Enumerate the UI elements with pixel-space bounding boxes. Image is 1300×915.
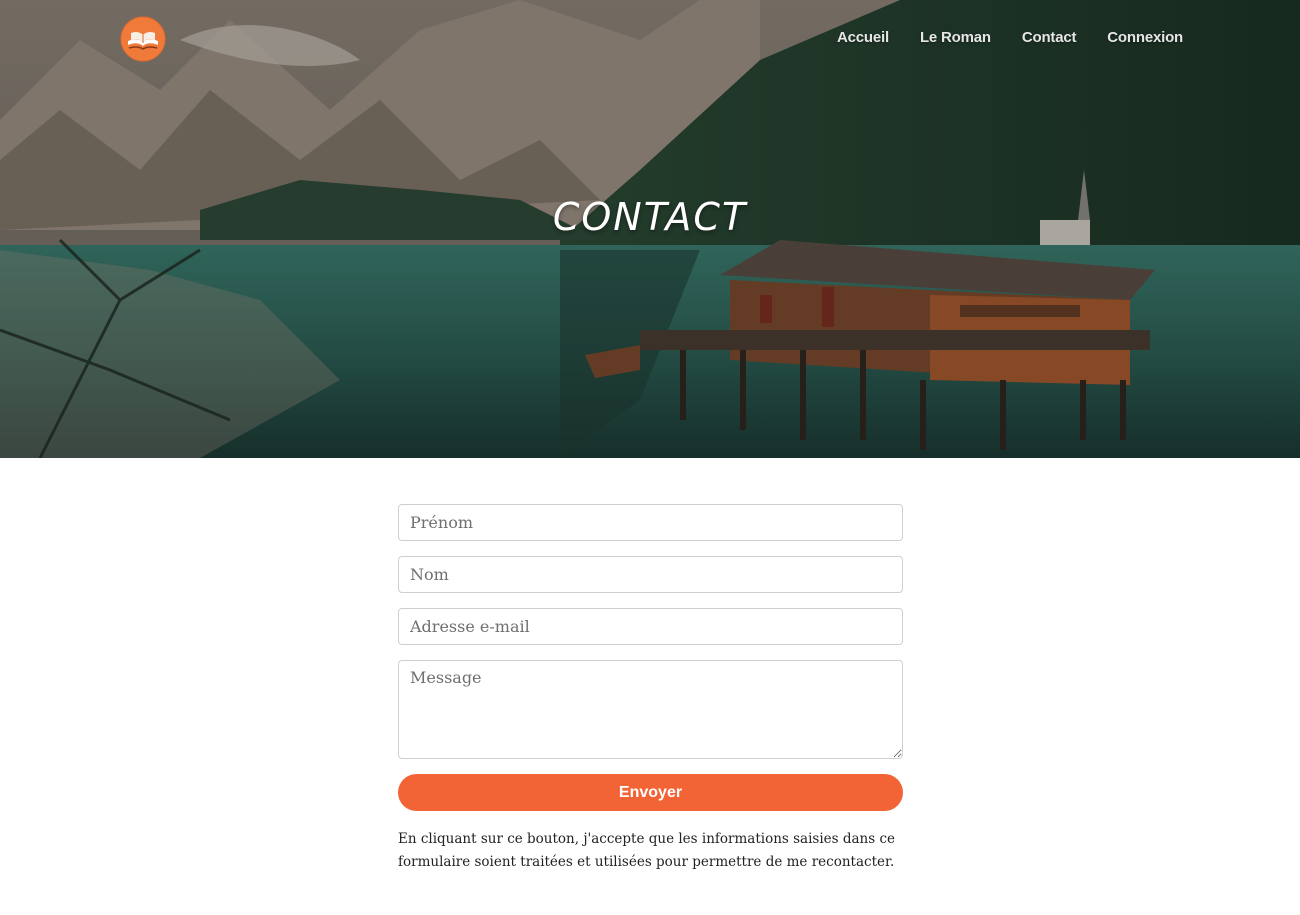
nav-le-roman[interactable]: Le Roman [920,29,991,49]
nav-accueil[interactable]: Accueil [837,29,889,49]
consent-notice: En cliquant sur ce bouton, j'accepte que… [398,831,896,870]
open-book-icon [120,16,166,62]
hero-banner: Accueil Le Roman Contact Connexion CONTA… [0,0,1300,458]
message-field[interactable] [398,660,903,759]
first-name-field[interactable] [398,504,903,541]
email-field[interactable] [398,608,903,645]
nav-connexion[interactable]: Connexion [1107,29,1183,49]
logo[interactable] [120,16,166,62]
page-title: CONTACT [552,195,748,239]
main-nav: Accueil Le Roman Contact Connexion [837,29,1183,49]
last-name-field[interactable] [398,556,903,593]
nav-contact[interactable]: Contact [1022,29,1077,49]
submit-button[interactable]: Envoyer [398,774,903,811]
contact-form: Envoyer [398,504,903,811]
